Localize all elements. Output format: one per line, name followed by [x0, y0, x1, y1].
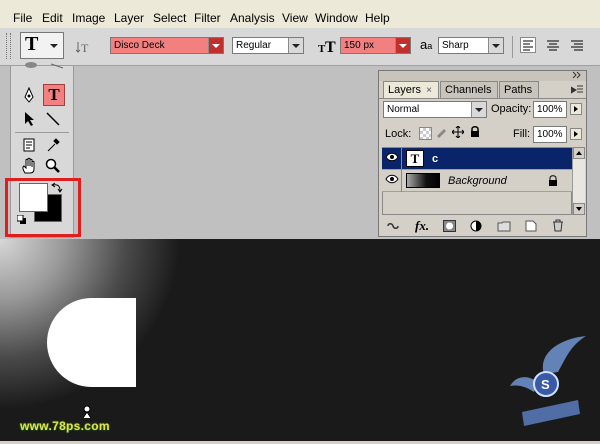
- tool-preset-picker[interactable]: T: [20, 32, 64, 59]
- watermark-figure-icon: [80, 405, 94, 419]
- svg-text:S: S: [541, 377, 550, 392]
- opacity-slider-button[interactable]: [570, 103, 582, 115]
- lock-position-icon[interactable]: [451, 125, 465, 139]
- eye-icon[interactable]: [384, 174, 400, 188]
- notes-icon[interactable]: [19, 135, 39, 155]
- options-bar: T T Disco Deck Regular TT 150 px aa Shar…: [0, 28, 600, 66]
- lock-all-icon[interactable]: [470, 126, 480, 138]
- chevron-down-icon: [50, 44, 58, 48]
- align-left-button[interactable]: [520, 37, 536, 53]
- swap-colors-icon[interactable]: [51, 182, 63, 194]
- document-canvas[interactable]: www.78ps.com S: [0, 239, 600, 441]
- svg-text:T: T: [81, 41, 89, 55]
- font-style-select[interactable]: Regular: [232, 37, 304, 54]
- foreground-color-swatch[interactable]: [19, 183, 48, 212]
- font-family-select[interactable]: Disco Deck: [110, 37, 224, 54]
- blend-mode-select[interactable]: Normal: [383, 101, 487, 118]
- line-tool-icon[interactable]: [43, 109, 63, 129]
- menu-filter[interactable]: Filter: [194, 11, 221, 25]
- align-right-button[interactable]: [569, 37, 585, 53]
- divider: [401, 148, 402, 170]
- menu-layer[interactable]: Layer: [114, 11, 144, 25]
- menu-image[interactable]: Image: [72, 11, 105, 25]
- menu-view[interactable]: View: [282, 11, 308, 25]
- divider: [379, 98, 586, 99]
- font-size-field[interactable]: 150 px: [340, 37, 411, 54]
- opacity-field[interactable]: 100%: [533, 101, 567, 118]
- align-center-button[interactable]: [545, 37, 561, 53]
- lock-icon: [548, 175, 558, 187]
- eye-icon[interactable]: [384, 152, 400, 166]
- adjustment-layer-icon[interactable]: [470, 220, 482, 235]
- chevron-down-icon: [471, 102, 486, 117]
- layer-row-background[interactable]: Background: [382, 170, 572, 192]
- scroll-down-button[interactable]: [573, 203, 585, 215]
- type-tool-icon: T: [25, 33, 39, 55]
- collapse-icon[interactable]: [571, 69, 583, 82]
- menu-edit[interactable]: Edit: [42, 11, 63, 25]
- toolbox: T: [5, 62, 81, 238]
- layers-panel: Layers × Channels Paths Normal Opacity: …: [378, 70, 587, 237]
- divider: [401, 170, 402, 192]
- layer-name[interactable]: c: [432, 153, 438, 165]
- grip: [6, 33, 11, 59]
- zoom-tool-icon[interactable]: [43, 156, 63, 176]
- menu-analysis[interactable]: Analysis: [230, 11, 275, 25]
- eyedropper-icon[interactable]: [43, 135, 63, 155]
- panel-menu-icon[interactable]: [570, 85, 583, 95]
- default-colors-icon[interactable]: [16, 214, 27, 225]
- menu-window[interactable]: Window: [315, 11, 358, 25]
- new-group-icon[interactable]: [497, 220, 511, 235]
- close-icon[interactable]: ×: [426, 85, 432, 96]
- tab-paths[interactable]: Paths: [499, 81, 539, 98]
- path-select-icon[interactable]: [19, 109, 39, 129]
- watermark-text: www.78ps.com: [20, 419, 110, 433]
- antialias-icon: aa: [420, 37, 433, 52]
- lock-label: Lock:: [385, 128, 412, 140]
- layers-scrollbar[interactable]: [572, 147, 585, 215]
- pen-tool-icon[interactable]: [19, 85, 39, 105]
- layers-footer: fx.: [379, 217, 586, 236]
- fill-field[interactable]: 100%: [533, 126, 567, 143]
- svg-text:T: T: [325, 39, 336, 55]
- trash-icon[interactable]: [552, 219, 564, 235]
- menu-select[interactable]: Select: [153, 11, 186, 25]
- lock-pixels-icon[interactable]: [435, 126, 447, 138]
- hand-tool-icon[interactable]: [19, 156, 39, 176]
- chevron-down-icon: [395, 38, 410, 53]
- gradient-icon[interactable]: [47, 62, 67, 72]
- layer-mask-icon[interactable]: [443, 220, 456, 235]
- opacity-label: Opacity:: [491, 103, 532, 115]
- chevron-down-icon: [208, 38, 223, 53]
- fill-slider-button[interactable]: [570, 128, 582, 140]
- layer-style-icon[interactable]: fx.: [415, 218, 429, 234]
- panel-header: [379, 71, 586, 81]
- font-size-icon: TT: [318, 37, 340, 56]
- tab-layers[interactable]: Layers ×: [383, 81, 439, 98]
- letter-c-shape: [47, 298, 136, 387]
- scroll-up-button[interactable]: [573, 147, 585, 159]
- type-tool-icon[interactable]: T: [43, 84, 65, 106]
- layer-name[interactable]: Background: [448, 175, 507, 187]
- antialias-select[interactable]: Sharp: [438, 37, 504, 54]
- link-layers-icon[interactable]: [387, 220, 401, 235]
- menu-file[interactable]: File: [13, 11, 32, 25]
- menu-help[interactable]: Help: [365, 11, 390, 25]
- text-layer-thumb-icon: T: [406, 150, 424, 167]
- chevron-down-icon: [288, 38, 303, 53]
- eraser-icon[interactable]: [21, 62, 41, 72]
- divider: [512, 36, 513, 58]
- tab-channels[interactable]: Channels: [440, 81, 498, 98]
- orientation-toggle-icon[interactable]: T: [75, 39, 92, 55]
- watermark-wings-logo-icon: S: [508, 334, 588, 441]
- new-layer-icon[interactable]: [525, 220, 537, 235]
- menu-bar: File Edit Image Layer Select Filter Anal…: [0, 0, 600, 29]
- chevron-down-icon: [488, 38, 503, 53]
- layer-row-text[interactable]: T c: [382, 148, 572, 170]
- layer-thumbnail: [406, 173, 440, 188]
- lock-transparency-icon[interactable]: [419, 127, 432, 140]
- fill-label: Fill:: [513, 128, 531, 140]
- divider: [15, 132, 69, 133]
